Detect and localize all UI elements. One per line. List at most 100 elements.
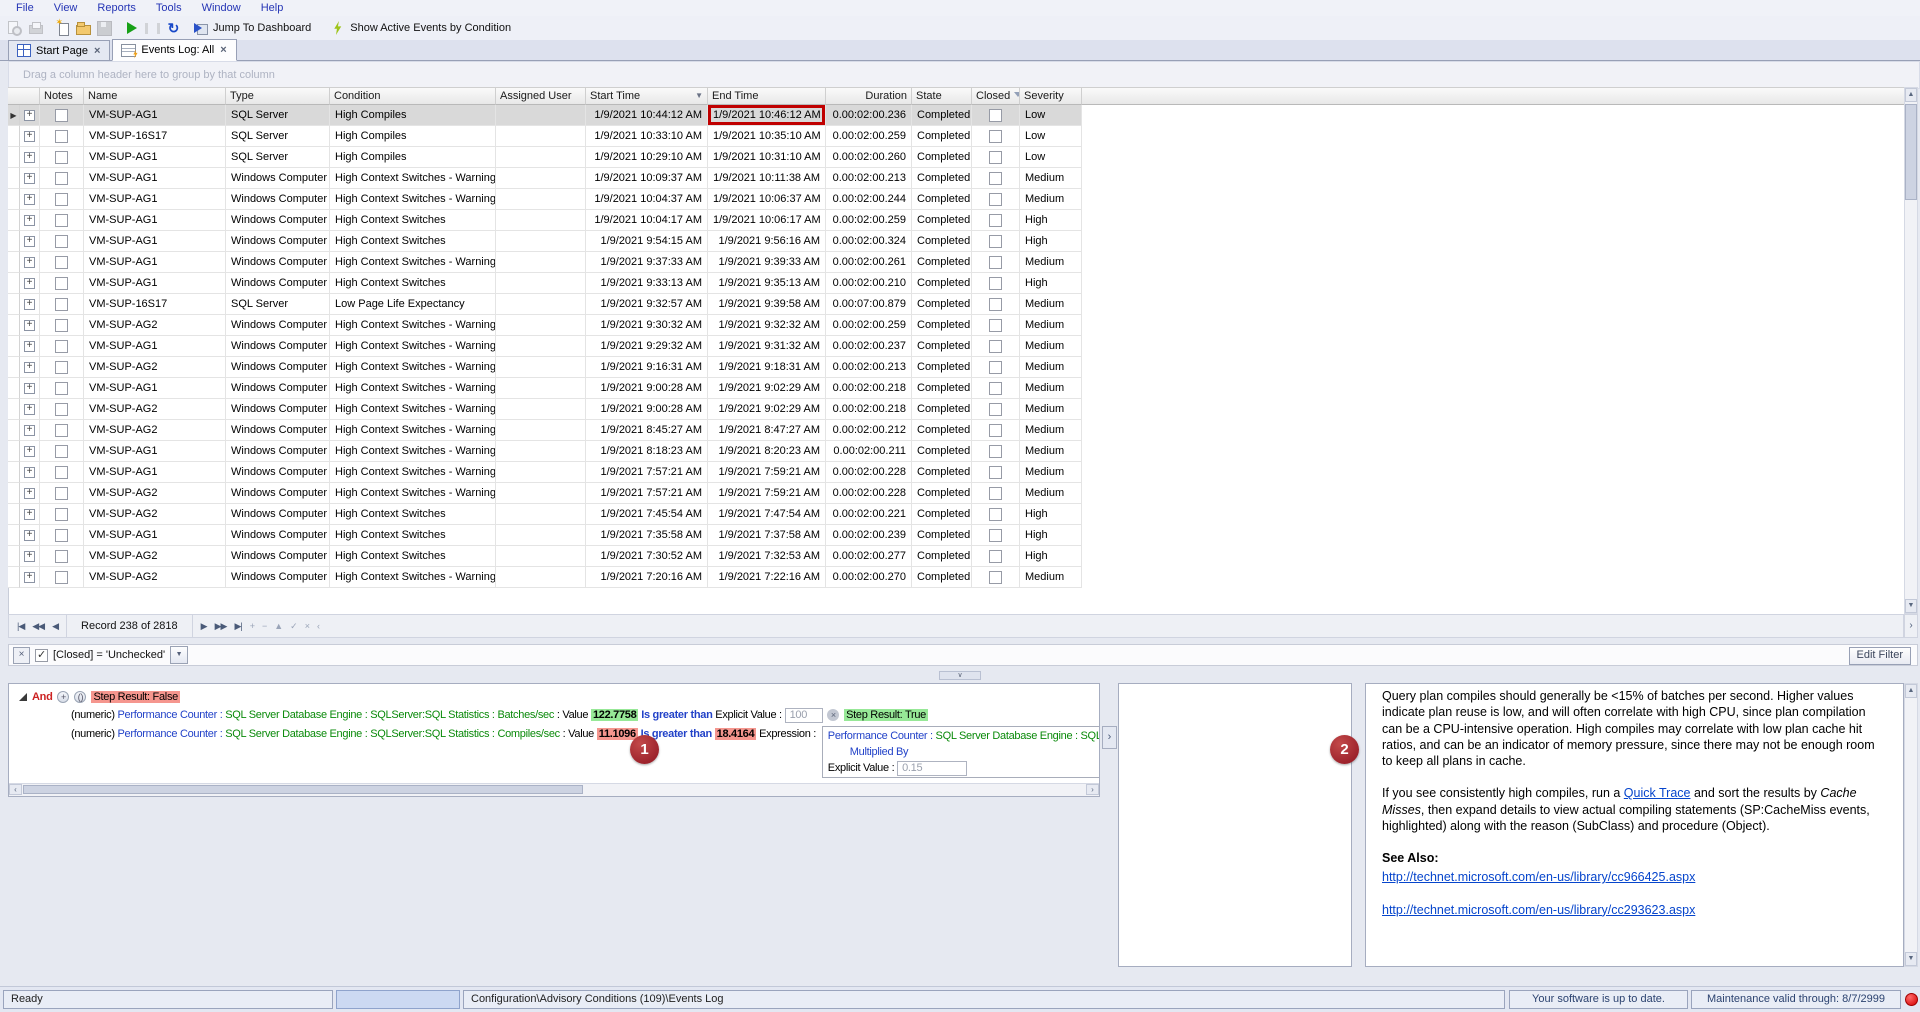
condition-horizontal-scrollbar[interactable]: ‹ › [9, 783, 1099, 796]
name-cell[interactable]: VM-SUP-AG1 [84, 441, 226, 462]
expand-cell[interactable] [20, 210, 40, 231]
scroll-up-button[interactable]: ▲ [1905, 684, 1917, 698]
condition-cell[interactable]: High Context Switches - Warning [330, 378, 496, 399]
duration-cell[interactable]: 0.00:02:00.213 [826, 168, 912, 189]
expand-cell[interactable] [20, 105, 40, 126]
table-row[interactable]: VM-SUP-AG1 SQL Server High Compiles 1/9/… [8, 105, 1082, 126]
pager-delete-button[interactable]: − [258, 621, 270, 631]
expand-cell[interactable] [20, 315, 40, 336]
expand-cell[interactable] [20, 147, 40, 168]
name-cell[interactable]: VM-SUP-AG1 [84, 525, 226, 546]
expression-operator[interactable]: Multiplied By [850, 746, 908, 758]
name-cell[interactable]: VM-SUP-16S17 [84, 294, 226, 315]
notes-checkbox[interactable] [55, 256, 68, 269]
notes-checkbox[interactable] [55, 130, 68, 143]
state-cell[interactable]: Completed [912, 357, 972, 378]
expand-cell[interactable] [20, 546, 40, 567]
severity-cell[interactable]: Medium [1020, 483, 1082, 504]
header-start-time[interactable]: Start Time▼ [586, 87, 708, 105]
closed-cell[interactable] [972, 399, 1020, 420]
start-time-cell[interactable]: 1/9/2021 9:16:31 AM [586, 357, 708, 378]
notes-checkbox[interactable] [55, 109, 68, 122]
menu-reports[interactable]: Reports [87, 2, 146, 14]
condition-cell[interactable]: High Context Switches - Warning [330, 357, 496, 378]
severity-cell[interactable]: High [1020, 504, 1082, 525]
step1-counter[interactable]: SQL Server Database Engine : SQLServer:S… [225, 709, 554, 721]
notes-cell[interactable] [40, 546, 84, 567]
closed-checkbox[interactable] [989, 319, 1002, 332]
tab-events-log[interactable]: Events Log: All × [112, 39, 236, 61]
quick-trace-link[interactable]: Quick Trace [1624, 786, 1691, 800]
filter-close-button[interactable]: × [13, 647, 30, 664]
notes-checkbox[interactable] [55, 277, 68, 290]
closed-checkbox[interactable] [989, 340, 1002, 353]
pager-scroll-left-button[interactable]: ‹ [313, 621, 323, 631]
save-button[interactable] [94, 18, 115, 38]
expand-cell[interactable] [20, 399, 40, 420]
end-time-cell[interactable]: 1/9/2021 9:32:32 AM [708, 315, 826, 336]
closed-checkbox[interactable] [989, 382, 1002, 395]
name-cell[interactable]: VM-SUP-AG1 [84, 189, 226, 210]
severity-cell[interactable]: Low [1020, 147, 1082, 168]
expand-icon[interactable] [24, 551, 35, 562]
panel-collapse-button[interactable]: ∨ [939, 671, 981, 680]
start-time-cell[interactable]: 1/9/2021 7:30:52 AM [586, 546, 708, 567]
closed-checkbox[interactable] [989, 466, 1002, 479]
duration-cell[interactable]: 0.00:02:00.277 [826, 546, 912, 567]
condition-cell[interactable]: High Context Switches [330, 210, 496, 231]
condition-cell[interactable]: High Context Switches - Warning [330, 189, 496, 210]
closed-cell[interactable] [972, 273, 1020, 294]
state-cell[interactable]: Completed [912, 315, 972, 336]
name-cell[interactable]: VM-SUP-AG2 [84, 357, 226, 378]
end-time-cell[interactable]: 1/9/2021 10:11:38 AM [708, 168, 826, 189]
expression-explicit-input[interactable]: 0.15 [897, 761, 967, 776]
table-row[interactable]: VM-SUP-AG1 Windows Computer High Context… [8, 189, 1082, 210]
name-cell[interactable]: VM-SUP-AG1 [84, 105, 226, 126]
expand-cell[interactable] [20, 336, 40, 357]
expand-cell[interactable] [20, 441, 40, 462]
closed-checkbox[interactable] [989, 130, 1002, 143]
start-time-cell[interactable]: 1/9/2021 8:18:23 AM [586, 441, 708, 462]
start-time-cell[interactable]: 1/9/2021 9:00:28 AM [586, 378, 708, 399]
closed-cell[interactable] [972, 231, 1020, 252]
menu-view[interactable]: View [44, 2, 88, 14]
assigned-user-cell[interactable] [496, 336, 586, 357]
closed-cell[interactable] [972, 483, 1020, 504]
expand-cell[interactable] [20, 273, 40, 294]
expand-cell[interactable] [20, 378, 40, 399]
state-cell[interactable]: Completed [912, 147, 972, 168]
severity-cell[interactable]: High [1020, 273, 1082, 294]
type-cell[interactable]: Windows Computer [226, 357, 330, 378]
notes-checkbox[interactable] [55, 340, 68, 353]
end-time-cell[interactable]: 1/9/2021 9:18:31 AM [708, 357, 826, 378]
name-cell[interactable]: VM-SUP-AG1 [84, 231, 226, 252]
type-cell[interactable]: Windows Computer [226, 504, 330, 525]
notes-checkbox[interactable] [55, 319, 68, 332]
expand-cell[interactable] [20, 231, 40, 252]
notes-cell[interactable] [40, 126, 84, 147]
expression-counter[interactable]: SQL Server Database Engine : SQLServer:S… [936, 730, 1099, 742]
closed-cell[interactable] [972, 420, 1020, 441]
assigned-user-cell[interactable] [496, 525, 586, 546]
duration-cell[interactable]: 0.00:02:00.210 [826, 273, 912, 294]
state-cell[interactable]: Completed [912, 399, 972, 420]
end-time-cell[interactable]: 1/9/2021 9:39:33 AM [708, 252, 826, 273]
notes-cell[interactable] [40, 483, 84, 504]
closed-checkbox[interactable] [989, 214, 1002, 227]
expand-icon[interactable] [24, 530, 35, 541]
scroll-down-button[interactable]: ▼ [1905, 952, 1917, 966]
condition-cell[interactable]: High Context Switches - Warning [330, 252, 496, 273]
type-cell[interactable]: Windows Computer [226, 315, 330, 336]
name-cell[interactable]: VM-SUP-AG2 [84, 399, 226, 420]
pager-prev-page-button[interactable]: ◀◀ [28, 621, 48, 632]
expand-icon[interactable] [24, 572, 35, 583]
notes-checkbox[interactable] [55, 298, 68, 311]
severity-cell[interactable]: High [1020, 546, 1082, 567]
notes-checkbox[interactable] [55, 403, 68, 416]
name-cell[interactable]: VM-SUP-AG1 [84, 168, 226, 189]
closed-checkbox[interactable] [989, 256, 1002, 269]
notes-cell[interactable] [40, 294, 84, 315]
close-icon[interactable]: × [219, 44, 227, 56]
header-severity[interactable]: Severity [1020, 87, 1082, 105]
start-time-cell[interactable]: 1/9/2021 9:37:33 AM [586, 252, 708, 273]
